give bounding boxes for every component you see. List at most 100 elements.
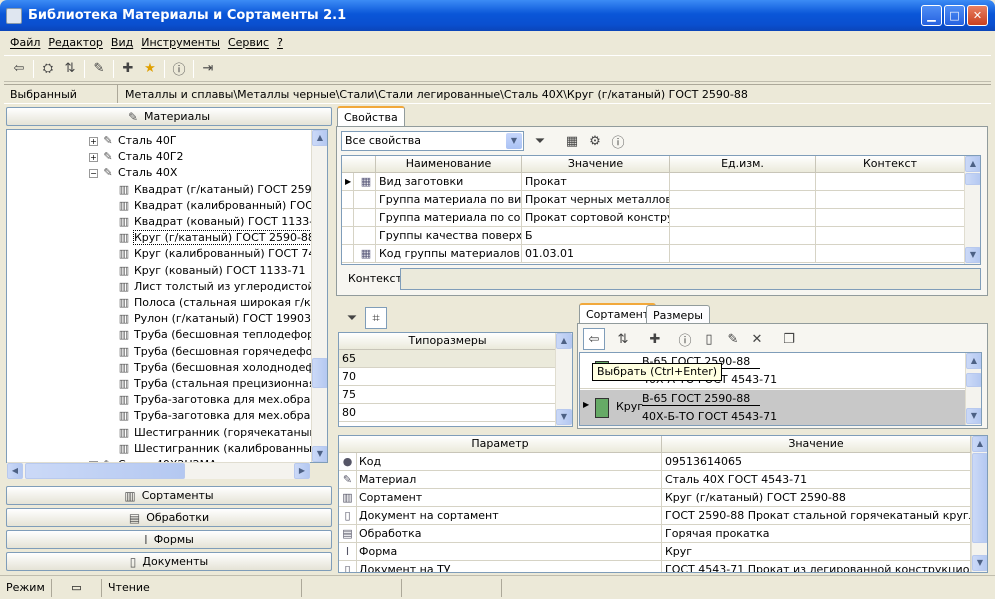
property-unit[interactable] [670, 227, 816, 245]
property-context[interactable] [816, 173, 965, 191]
scroll-thumb[interactable] [312, 358, 327, 388]
property-context[interactable] [816, 209, 965, 227]
column-header-context[interactable]: Контекст [816, 156, 965, 173]
tree-item[interactable]: + ✎ Сталь 40Г2 [89, 149, 184, 165]
property-name[interactable]: Группа материала по сор... [376, 209, 522, 227]
add-favorite-icon[interactable]: ✚ [644, 328, 666, 350]
row-indicator[interactable]: ▶ [342, 173, 354, 191]
property-unit[interactable] [670, 173, 816, 191]
table-settings-icon[interactable]: ▦ [561, 130, 583, 152]
property-unit[interactable] [670, 245, 816, 263]
property-value[interactable]: Прокат черных металлов [522, 191, 670, 209]
parameter-value[interactable]: ГОСТ 2590-88 Прокат стальной горячекатан… [662, 507, 971, 525]
tree-horizontal-scrollbar[interactable]: ◀ ▶ [7, 462, 310, 479]
tree-item[interactable]: − ✎ Сталь 40Х [89, 165, 177, 181]
property-context[interactable] [816, 245, 965, 263]
scroll-right-arrow[interactable]: ▶ [294, 463, 310, 479]
menu-file[interactable]: Файл [10, 36, 40, 49]
column-header-sizes[interactable]: Типоразмеры [339, 333, 557, 350]
tree-item[interactable]: ▥ Полоса (стальная широкая г/кат [117, 295, 324, 311]
row-indicator[interactable] [342, 227, 354, 245]
scroll-up-arrow[interactable]: ▲ [966, 353, 981, 369]
property-context[interactable] [816, 227, 965, 245]
property-name[interactable]: Код группы материалов [376, 245, 522, 263]
parameters-vertical-scrollbar[interactable]: ▲ ▼ [971, 436, 987, 572]
export-icon[interactable]: ⇥ [197, 58, 219, 80]
info-icon[interactable]: ⓘ [674, 328, 696, 350]
column-header-unit[interactable]: Ед.изм. [670, 156, 816, 173]
documents-button[interactable]: ▯ Документы [6, 552, 332, 571]
parameter-value[interactable]: ГОСТ 4543-71 Прокат из легированной конс… [662, 561, 971, 572]
new-document-icon[interactable]: ▯ [698, 328, 720, 350]
info-icon[interactable]: ⓘ [607, 130, 629, 152]
parameter-value[interactable]: Сталь 40Х ГОСТ 4543-71 [662, 471, 971, 489]
minimize-button[interactable]: ▁ [921, 5, 942, 26]
column-header-parameter[interactable]: Параметр [339, 436, 662, 453]
property-value[interactable]: 01.03.01 [522, 245, 670, 263]
size-row[interactable]: 75 [339, 386, 556, 404]
column-header-value[interactable]: Значение [522, 156, 670, 173]
row-indicator[interactable] [342, 245, 354, 263]
size-tool-icon[interactable]: ⌗ [365, 307, 387, 329]
size-row[interactable]: 70 [339, 368, 556, 386]
chevron-down-icon[interactable]: ▼ [506, 133, 522, 149]
tree-item[interactable]: ▥ Шестигранник (калиброванный) I [117, 441, 327, 457]
tree-item[interactable]: ▥ Труба (бесшовная теплодеформ [117, 327, 323, 343]
parameter-name[interactable]: Материал [357, 471, 662, 489]
info-icon[interactable]: ⓘ [168, 58, 190, 80]
size-row[interactable]: 80 [339, 404, 556, 422]
scroll-thumb[interactable] [25, 463, 185, 479]
property-name[interactable]: Вид заготовки [376, 173, 522, 191]
assortment-item[interactable]: ▶ Круг В-65 ГОСТ 2590-88 40Х-Б-ТО ГОСТ 4543… [580, 390, 965, 425]
property-name[interactable]: Группа материала по виду [376, 191, 522, 209]
tree-expander[interactable]: + [89, 152, 98, 162]
context-field[interactable] [400, 268, 981, 290]
parameter-value[interactable]: 09513614065 [662, 453, 971, 471]
material-tree[interactable]: + ✎ Сталь 40Г + ✎ Сталь 40Г2− ✎ Сталь 40Х ▥ Квадр… [6, 129, 328, 463]
tree-item[interactable]: ▥ Труба-заготовка для мех.обрабо [117, 408, 324, 424]
scroll-thumb[interactable] [965, 173, 980, 185]
tab-sizes[interactable]: Размеры [646, 305, 710, 323]
tree-item[interactable]: ▥ Круг (г/катаный) ГОСТ 2590-88 [117, 230, 316, 246]
delete-icon[interactable]: ✕ [746, 328, 768, 350]
parameter-name[interactable]: Сортамент [357, 489, 662, 507]
scroll-up-arrow[interactable]: ▲ [556, 333, 572, 349]
row-indicator[interactable]: ▶ [583, 400, 589, 409]
parameter-name[interactable]: Документ на сортамент [357, 507, 662, 525]
tree-vertical-scrollbar[interactable]: ▲ ▼ [311, 130, 327, 462]
tree-item[interactable]: ▥ Труба (бесшовная холоднодефор [117, 360, 327, 376]
scroll-down-arrow[interactable]: ▼ [965, 247, 980, 263]
menu-tools[interactable]: Инструменты [141, 36, 220, 49]
forms-button[interactable]: Ⅰ Формы [6, 530, 332, 549]
close-button[interactable]: ✕ [967, 5, 988, 26]
tree-item[interactable]: + ✎ Сталь 40Г [89, 133, 177, 149]
scroll-up-arrow[interactable]: ▲ [972, 436, 987, 452]
tree-item[interactable]: ▥ Квадрат (г/катаный) ГОСТ 2591-8 [117, 182, 327, 198]
maximize-button[interactable]: □ [944, 5, 965, 26]
tree-item[interactable]: ▥ Квадрат (кованый) ГОСТ 1133-71 [117, 214, 327, 230]
sort-icon[interactable]: ⇅ [59, 58, 81, 80]
tree-item[interactable]: ▥ Круг (кованый) ГОСТ 1133-71 [117, 263, 306, 279]
property-unit[interactable] [670, 191, 816, 209]
size-row[interactable]: 65 [339, 350, 556, 368]
parameter-value[interactable]: Круг [662, 543, 971, 561]
tree-expander[interactable]: + [89, 136, 98, 146]
tree-item[interactable]: ▥ Труба (стальная прецизионная х [117, 376, 326, 392]
filter-icon[interactable]: ⏷ [341, 307, 363, 329]
edit-properties-icon[interactable]: ⚙ [584, 130, 606, 152]
menu-service[interactable]: Сервис [228, 36, 269, 49]
menu-editor[interactable]: Редактор [48, 36, 103, 49]
assortment-vertical-scrollbar[interactable]: ▲ ▼ [965, 353, 981, 425]
materials-button[interactable]: ✎ Материалы [6, 107, 332, 126]
menu-view[interactable]: Вид [111, 36, 133, 49]
star-icon[interactable]: ★ [139, 58, 161, 80]
property-unit[interactable] [670, 209, 816, 227]
assortments-button[interactable]: ▥ Сортаменты [6, 486, 332, 505]
tree-item[interactable]: ▥ Квадрат (калиброванный) ГОСТ 8 [117, 198, 327, 214]
parameter-name[interactable]: Форма [357, 543, 662, 561]
back-icon[interactable]: ⇦ [8, 58, 30, 80]
scroll-down-arrow[interactable]: ▼ [312, 446, 327, 462]
scroll-left-arrow[interactable]: ◀ [7, 463, 23, 479]
tree-item[interactable]: ▥ Труба (бесшовная горячедеформ [117, 344, 327, 360]
scroll-down-arrow[interactable]: ▼ [966, 408, 981, 424]
